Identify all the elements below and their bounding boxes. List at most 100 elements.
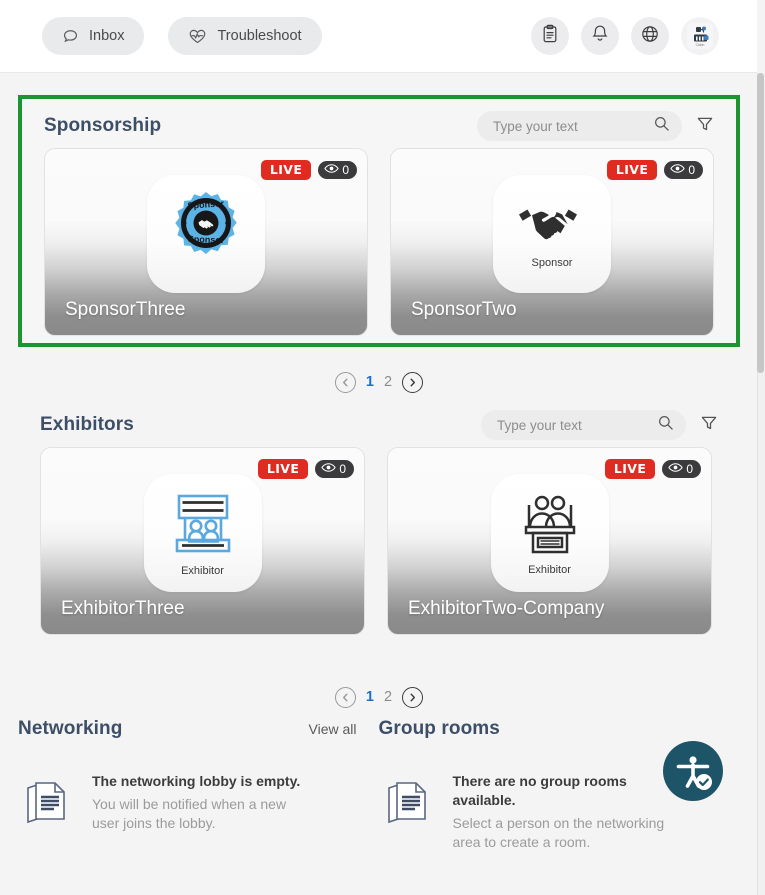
sponsorship-search-box[interactable] — [477, 111, 682, 141]
sponsor-card[interactable]: LIVE 0 — [390, 148, 714, 336]
app-page: Inbox Troubleshoot Cabin Sponsorship Typ… — [0, 0, 765, 895]
pagination-prev-button[interactable] — [334, 371, 356, 393]
exhibitor-logo-tile: Exhibitor — [490, 474, 609, 592]
search-icon[interactable] — [653, 115, 670, 137]
exhibitors-header: Exhibitors — [40, 403, 718, 447]
pagination-page-1[interactable]: 1 — [366, 689, 374, 705]
exhibitor-card-name: ExhibitorThree — [61, 598, 185, 619]
bell-icon — [591, 24, 609, 49]
notifications-button[interactable] — [581, 17, 619, 55]
live-badge: LIVE — [606, 160, 658, 180]
sponsorship-search-input[interactable] — [493, 118, 653, 134]
globe-icon — [640, 24, 660, 49]
filter-icon[interactable] — [700, 414, 718, 437]
documents-icon — [18, 772, 76, 835]
views-count: 0 — [686, 462, 693, 476]
search-icon[interactable] — [657, 414, 674, 436]
views-count: 0 — [339, 462, 346, 476]
group-rooms-empty-body: Select a person on the networking area t… — [452, 814, 665, 851]
pagination-page-2[interactable]: 2 — [384, 374, 392, 390]
svg-text:Sponsor: Sponsor — [188, 233, 225, 244]
exhibitor-logo-tile: Exhibitor — [143, 474, 262, 592]
networking-header: Networking View all — [18, 718, 367, 760]
top-bar-actions: Cabin — [531, 17, 719, 55]
sponsorship-header: Sponsorship — [44, 104, 714, 148]
exhibitor-logo-caption: Exhibitor — [528, 563, 571, 576]
sponsorship-section: Sponsorship Type your text LIVE 0 Sponso… — [18, 95, 740, 347]
views-badge: 0 — [664, 161, 703, 179]
networking-panel: Networking View all The networking lobby… — [18, 718, 379, 852]
card-badges: LIVE 0 — [257, 459, 354, 479]
networking-view-all-link[interactable]: View all — [309, 721, 357, 737]
page-scrollbar[interactable] — [757, 73, 765, 895]
card-badges: LIVE 0 — [606, 160, 703, 180]
sponsorship-search-wrap — [477, 111, 714, 141]
networking-title: Networking — [18, 718, 123, 739]
live-badge: LIVE — [604, 459, 656, 479]
pagination-next-button[interactable] — [402, 686, 424, 708]
exhibitors-search-wrap — [481, 410, 718, 440]
heart-pulse-icon — [188, 28, 207, 45]
views-badge: 0 — [318, 161, 357, 179]
sponsor-badge-icon: Sponsor Sponsor — [164, 189, 248, 278]
pagination-next-button[interactable] — [402, 371, 424, 393]
card-badges: LIVE 0 — [604, 459, 701, 479]
troubleshoot-label: Troubleshoot — [217, 28, 302, 44]
top-bar: Inbox Troubleshoot Cabin — [0, 0, 757, 73]
exhibitors-title: Exhibitors — [40, 414, 134, 435]
scrollbar-thumb[interactable] — [757, 73, 764, 373]
networking-empty-title: The networking lobby is empty. — [92, 773, 301, 789]
views-badge: 0 — [662, 460, 701, 478]
views-count: 0 — [342, 163, 349, 177]
bottom-panels: Networking View all The networking lobby… — [0, 718, 757, 852]
inbox-button[interactable]: Inbox — [42, 17, 145, 55]
group-rooms-title: Group rooms — [378, 718, 500, 739]
troubleshoot-button[interactable]: Troubleshoot — [168, 17, 322, 55]
group-rooms-empty-title: There are no group rooms available. — [452, 773, 627, 808]
exhibitors-cards: LIVE 0 Exhibitor ExhibitorThree LIVE 0 E… — [40, 447, 718, 635]
booth-icon — [166, 490, 240, 563]
live-badge: LIVE — [257, 459, 309, 479]
exhibitors-pagination: 1 2 — [18, 680, 740, 714]
sponsorship-title: Sponsorship — [44, 115, 162, 136]
svg-text:Cabin: Cabin — [696, 43, 705, 47]
sponsor-card-name: SponsorThree — [65, 299, 186, 320]
avatar[interactable]: Cabin — [681, 17, 719, 55]
card-badges: LIVE 0 — [260, 160, 357, 180]
networking-empty-body: You will be notified when a new user joi… — [92, 795, 287, 832]
sponsor-card[interactable]: LIVE 0 — [44, 148, 368, 336]
eye-icon — [321, 462, 337, 476]
views-badge: 0 — [315, 460, 354, 478]
eye-icon — [324, 163, 340, 177]
documents-icon — [379, 772, 437, 852]
handshake-icon — [516, 200, 588, 255]
live-badge: LIVE — [260, 160, 312, 180]
booth-people-icon — [513, 491, 587, 562]
pagination-prev-button[interactable] — [334, 686, 356, 708]
pagination-page-2[interactable]: 2 — [384, 689, 392, 705]
pagination-page-1[interactable]: 1 — [366, 374, 374, 390]
sponsorship-cards: LIVE 0 Sponsor Sponsor SponsorThree LIVE… — [44, 148, 714, 336]
inbox-label: Inbox — [89, 28, 125, 44]
exhibitor-card[interactable]: LIVE 0 — [387, 447, 712, 635]
sponsor-logo-caption: Sponsor — [531, 256, 573, 269]
eye-icon — [668, 462, 684, 476]
exhibitors-section: Exhibitors Type your text LIVE 0 Exhibit… — [18, 403, 740, 635]
exhibitor-card[interactable]: LIVE 0 — [40, 447, 365, 635]
eye-icon — [670, 163, 686, 177]
sponsorship-pagination: 1 2 — [18, 365, 740, 399]
exhibitor-card-name: ExhibitorTwo-Company — [408, 598, 605, 619]
networking-empty-state: The networking lobby is empty. You will … — [18, 760, 367, 835]
language-button[interactable] — [631, 17, 669, 55]
main-content: Sponsorship Type your text LIVE 0 Sponso… — [0, 73, 757, 895]
filter-icon[interactable] — [696, 115, 714, 138]
accessibility-button[interactable] — [663, 741, 723, 801]
exhibitors-search-input[interactable] — [497, 417, 657, 433]
exhibitors-search-box[interactable] — [481, 410, 686, 440]
sponsor-card-name: SponsorTwo — [411, 299, 517, 320]
clipboard-button[interactable] — [531, 17, 569, 55]
exhibitor-logo-caption: Exhibitor — [181, 564, 224, 577]
clipboard-icon — [541, 24, 559, 49]
sponsor-logo-tile: Sponsor Sponsor — [147, 175, 265, 293]
sponsor-logo-tile: Sponsor — [493, 175, 611, 293]
